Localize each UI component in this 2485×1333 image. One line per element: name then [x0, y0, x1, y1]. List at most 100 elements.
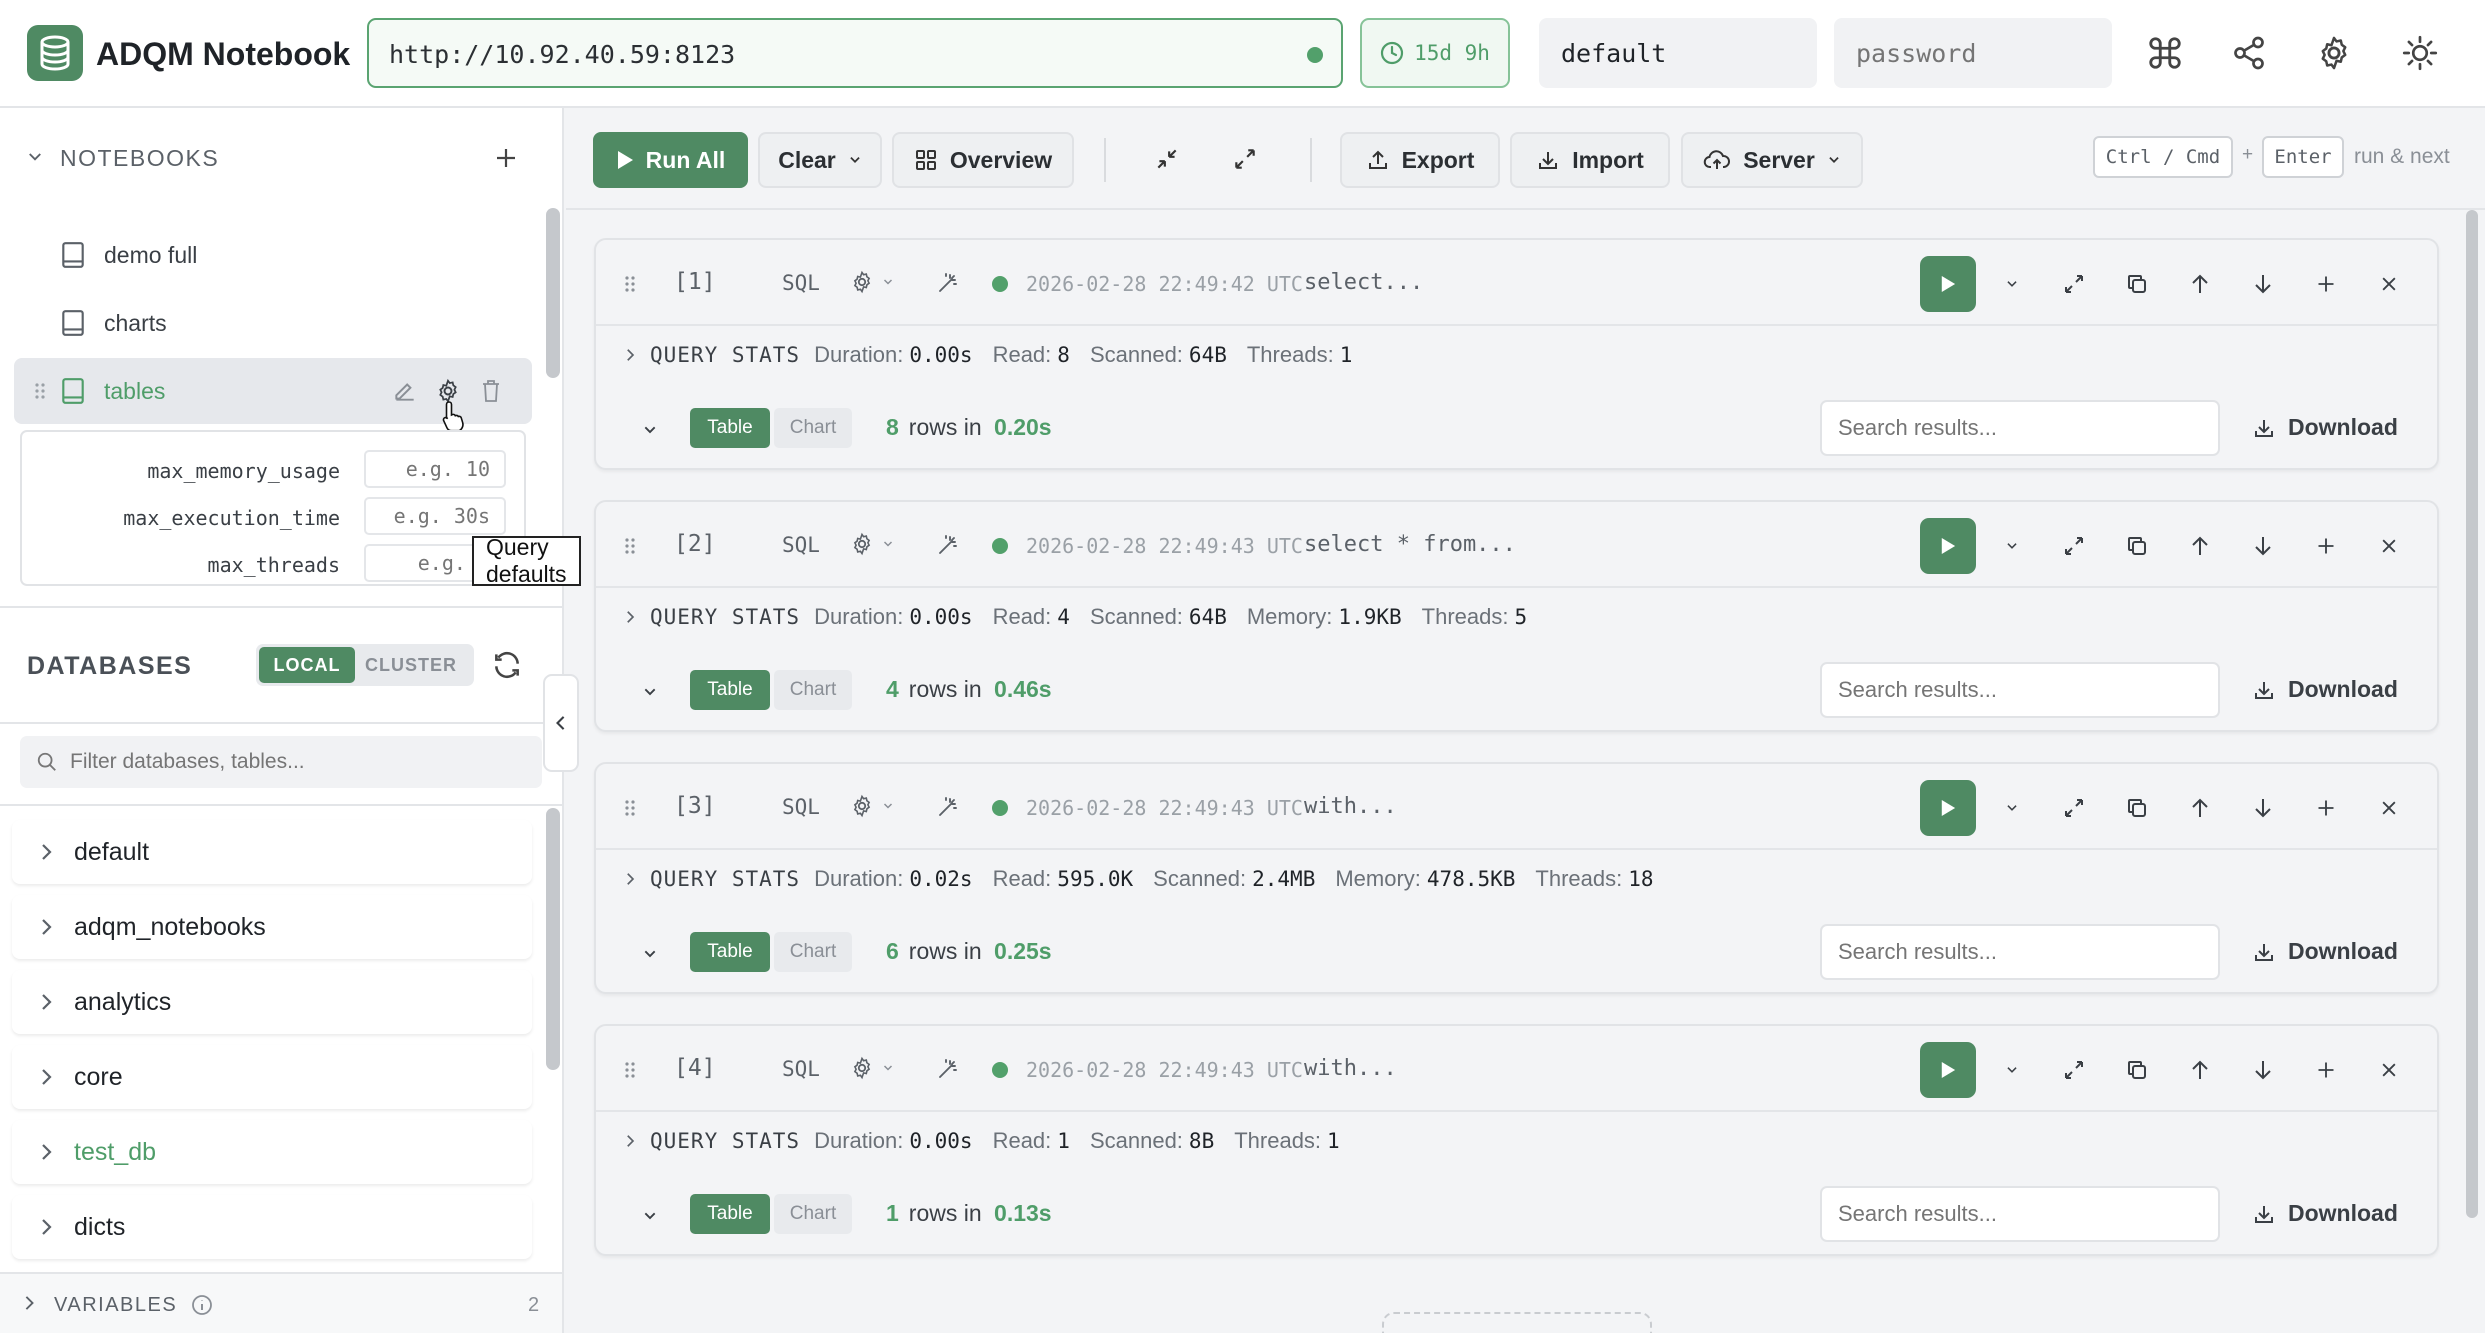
expand-cell-icon[interactable]	[2054, 788, 2094, 828]
collapse-results-chevron-icon[interactable]	[642, 946, 658, 962]
query-stats-row[interactable]: QUERY STATS Duration: 0.00s Read: 8 Scanned: 6…	[624, 340, 1358, 370]
search-results-input[interactable]	[1820, 400, 2220, 456]
expand-cell-icon[interactable]	[2054, 264, 2094, 304]
collapse-results-chevron-icon[interactable]	[642, 1208, 658, 1224]
copy-icon[interactable]	[2117, 788, 2157, 828]
run-options-chevron-icon[interactable]	[1992, 1050, 2032, 1090]
trash-icon[interactable]	[479, 378, 503, 404]
cell-language[interactable]: SQL	[782, 795, 820, 819]
search-results-input[interactable]	[1820, 1186, 2220, 1242]
refresh-icon[interactable]	[491, 649, 523, 681]
collapse-all-icon[interactable]	[1154, 146, 1180, 172]
run-options-chevron-icon[interactable]	[1992, 526, 2032, 566]
cell-query-preview[interactable]: select * from...	[1304, 532, 1516, 557]
cell-query-preview[interactable]: with...	[1304, 1056, 1397, 1081]
chevron-down-icon[interactable]	[26, 148, 44, 166]
local-tab[interactable]: LOCAL	[259, 647, 355, 683]
password-input[interactable]	[1834, 18, 2112, 88]
add-cell-below-icon[interactable]	[2306, 264, 2346, 304]
move-down-icon[interactable]	[2243, 788, 2283, 828]
magic-wand-icon[interactable]	[936, 795, 960, 819]
notebook-item-demo-full[interactable]: demo full	[14, 222, 532, 288]
notebooks-scrollbar[interactable]	[546, 208, 560, 378]
add-notebook-icon[interactable]	[494, 146, 518, 170]
settings-icon[interactable]	[2313, 32, 2355, 74]
theme-sun-icon[interactable]	[2399, 32, 2441, 74]
chart-view-toggle[interactable]: Chart	[774, 408, 852, 448]
cell-language[interactable]: SQL	[782, 1057, 820, 1081]
run-cell-button[interactable]	[1920, 1042, 1976, 1098]
notebooks-section-header[interactable]: NOTEBOOKS	[0, 138, 564, 178]
run-cell-button[interactable]	[1920, 518, 1976, 574]
expand-all-icon[interactable]	[1232, 146, 1258, 172]
notebook-item-tables[interactable]: tables	[14, 358, 532, 432]
download-button[interactable]: Download	[2252, 1200, 2398, 1227]
database-item-test-db[interactable]: test_db	[12, 1120, 532, 1184]
edit-icon[interactable]	[392, 378, 418, 404]
run-cell-button[interactable]	[1920, 780, 1976, 836]
collapse-results-chevron-icon[interactable]	[642, 684, 658, 700]
move-up-icon[interactable]	[2180, 264, 2220, 304]
drag-handle-icon[interactable]	[624, 799, 636, 817]
download-button[interactable]: Download	[2252, 938, 2398, 965]
drag-handle-icon[interactable]	[624, 275, 636, 293]
database-item-default[interactable]: default	[12, 820, 532, 884]
clear-button[interactable]: Clear	[758, 132, 882, 188]
variables-section-header[interactable]: VARIABLES 2	[0, 1272, 562, 1333]
add-cell-button[interactable]	[1382, 1312, 1652, 1333]
server-url-input[interactable]: http://10.92.40.59:8123	[367, 18, 1343, 88]
notebook-item-charts[interactable]: charts	[14, 290, 532, 356]
chart-view-toggle[interactable]: Chart	[774, 1194, 852, 1234]
database-item-dicts[interactable]: dicts	[12, 1195, 532, 1259]
database-filter-field[interactable]	[20, 736, 542, 788]
drag-handle-icon[interactable]	[624, 1061, 636, 1079]
move-down-icon[interactable]	[2243, 264, 2283, 304]
export-button[interactable]: Export	[1340, 132, 1500, 188]
run-cell-button[interactable]	[1920, 256, 1976, 312]
expand-cell-icon[interactable]	[2054, 1050, 2094, 1090]
cell-settings-menu[interactable]	[850, 532, 894, 556]
overview-button[interactable]: Overview	[892, 132, 1074, 188]
query-stats-row[interactable]: QUERY STATS Duration: 0.02s Read: 595.0K Scan…	[624, 864, 1660, 894]
main-scrollbar[interactable]	[2466, 210, 2478, 1218]
close-cell-icon[interactable]	[2369, 788, 2409, 828]
move-up-icon[interactable]	[2180, 1050, 2220, 1090]
max-execution-time-input[interactable]	[364, 497, 506, 535]
cell-language[interactable]: SQL	[782, 271, 820, 295]
copy-icon[interactable]	[2117, 1050, 2157, 1090]
close-cell-icon[interactable]	[2369, 1050, 2409, 1090]
move-up-icon[interactable]	[2180, 788, 2220, 828]
move-down-icon[interactable]	[2243, 1050, 2283, 1090]
magic-wand-icon[interactable]	[936, 271, 960, 295]
magic-wand-icon[interactable]	[936, 533, 960, 557]
run-all-button[interactable]: Run All	[593, 132, 748, 188]
query-stats-row[interactable]: QUERY STATS Duration: 0.00s Read: 4 Scanned: 6…	[624, 602, 1533, 632]
search-results-input[interactable]	[1820, 662, 2220, 718]
close-cell-icon[interactable]	[2369, 264, 2409, 304]
chart-view-toggle[interactable]: Chart	[774, 932, 852, 972]
drag-handle-icon[interactable]	[34, 382, 46, 400]
collapse-results-chevron-icon[interactable]	[642, 422, 658, 438]
expand-cell-icon[interactable]	[2054, 526, 2094, 566]
share-icon[interactable]	[2228, 32, 2270, 74]
add-cell-below-icon[interactable]	[2306, 1050, 2346, 1090]
table-view-toggle[interactable]: Table	[690, 408, 770, 448]
query-stats-row[interactable]: QUERY STATS Duration: 0.00s Read: 1 Scanned: 8…	[624, 1126, 1346, 1156]
magic-wand-icon[interactable]	[936, 1057, 960, 1081]
database-item-core[interactable]: core	[12, 1045, 532, 1109]
run-options-chevron-icon[interactable]	[1992, 788, 2032, 828]
add-cell-below-icon[interactable]	[2306, 788, 2346, 828]
search-results-input[interactable]	[1820, 924, 2220, 980]
cell-settings-menu[interactable]	[850, 794, 894, 818]
copy-icon[interactable]	[2117, 526, 2157, 566]
cell-query-preview[interactable]: select...	[1304, 270, 1423, 295]
database-filter-input[interactable]	[70, 736, 530, 788]
table-view-toggle[interactable]: Table	[690, 1194, 770, 1234]
username-input[interactable]	[1539, 18, 1817, 88]
add-cell-below-icon[interactable]	[2306, 526, 2346, 566]
server-button[interactable]: Server	[1681, 132, 1863, 188]
import-button[interactable]: Import	[1510, 132, 1670, 188]
chart-view-toggle[interactable]: Chart	[774, 670, 852, 710]
database-item-analytics[interactable]: analytics	[12, 970, 532, 1034]
cell-settings-menu[interactable]	[850, 270, 894, 294]
